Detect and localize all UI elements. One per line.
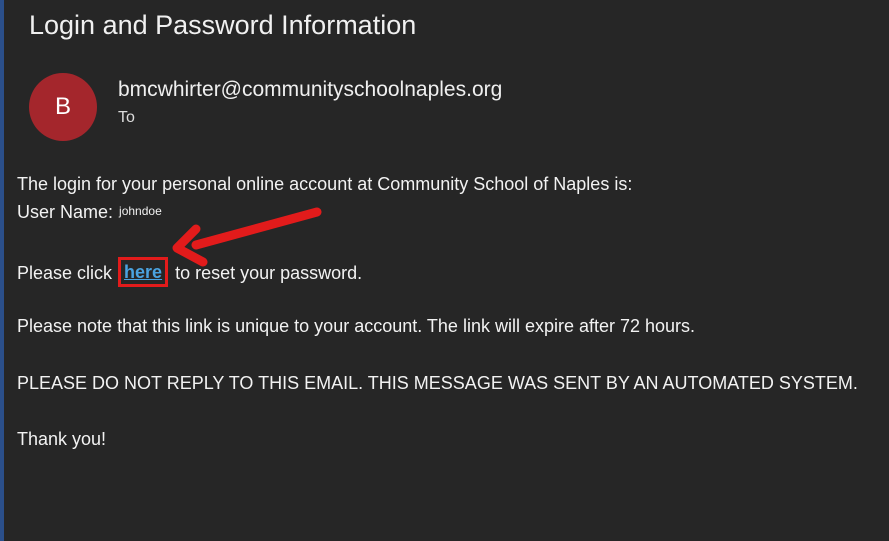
reset-prefix-text: Please click — [17, 263, 118, 283]
closing-text: Thank you! — [17, 429, 107, 449]
username-row: User Name: johndoe — [17, 202, 162, 223]
avatar-initial: B — [54, 93, 71, 120]
username-value: johndoe — [119, 204, 162, 218]
reset-password-row: Please click here to reset your password… — [17, 257, 363, 288]
reset-password-link[interactable]: here — [118, 257, 169, 287]
username-label: User Name: — [17, 202, 114, 222]
login-intro-text: The login for your personal online accou… — [17, 174, 633, 194]
link-expiry-note: Please note that this link is unique to … — [17, 316, 696, 336]
automated-warning: PLEASE DO NOT REPLY TO THIS EMAIL. THIS … — [17, 373, 858, 393]
sender-address[interactable]: bmcwhirter@communityschoolnaples.org — [118, 78, 502, 102]
reset-suffix-text: to reset your password. — [170, 263, 363, 283]
to-label[interactable]: To — [118, 109, 135, 127]
window-left-edge — [0, 0, 4, 541]
email-subject: Login and Password Information — [29, 10, 417, 40]
sender-avatar: B — [29, 73, 97, 141]
